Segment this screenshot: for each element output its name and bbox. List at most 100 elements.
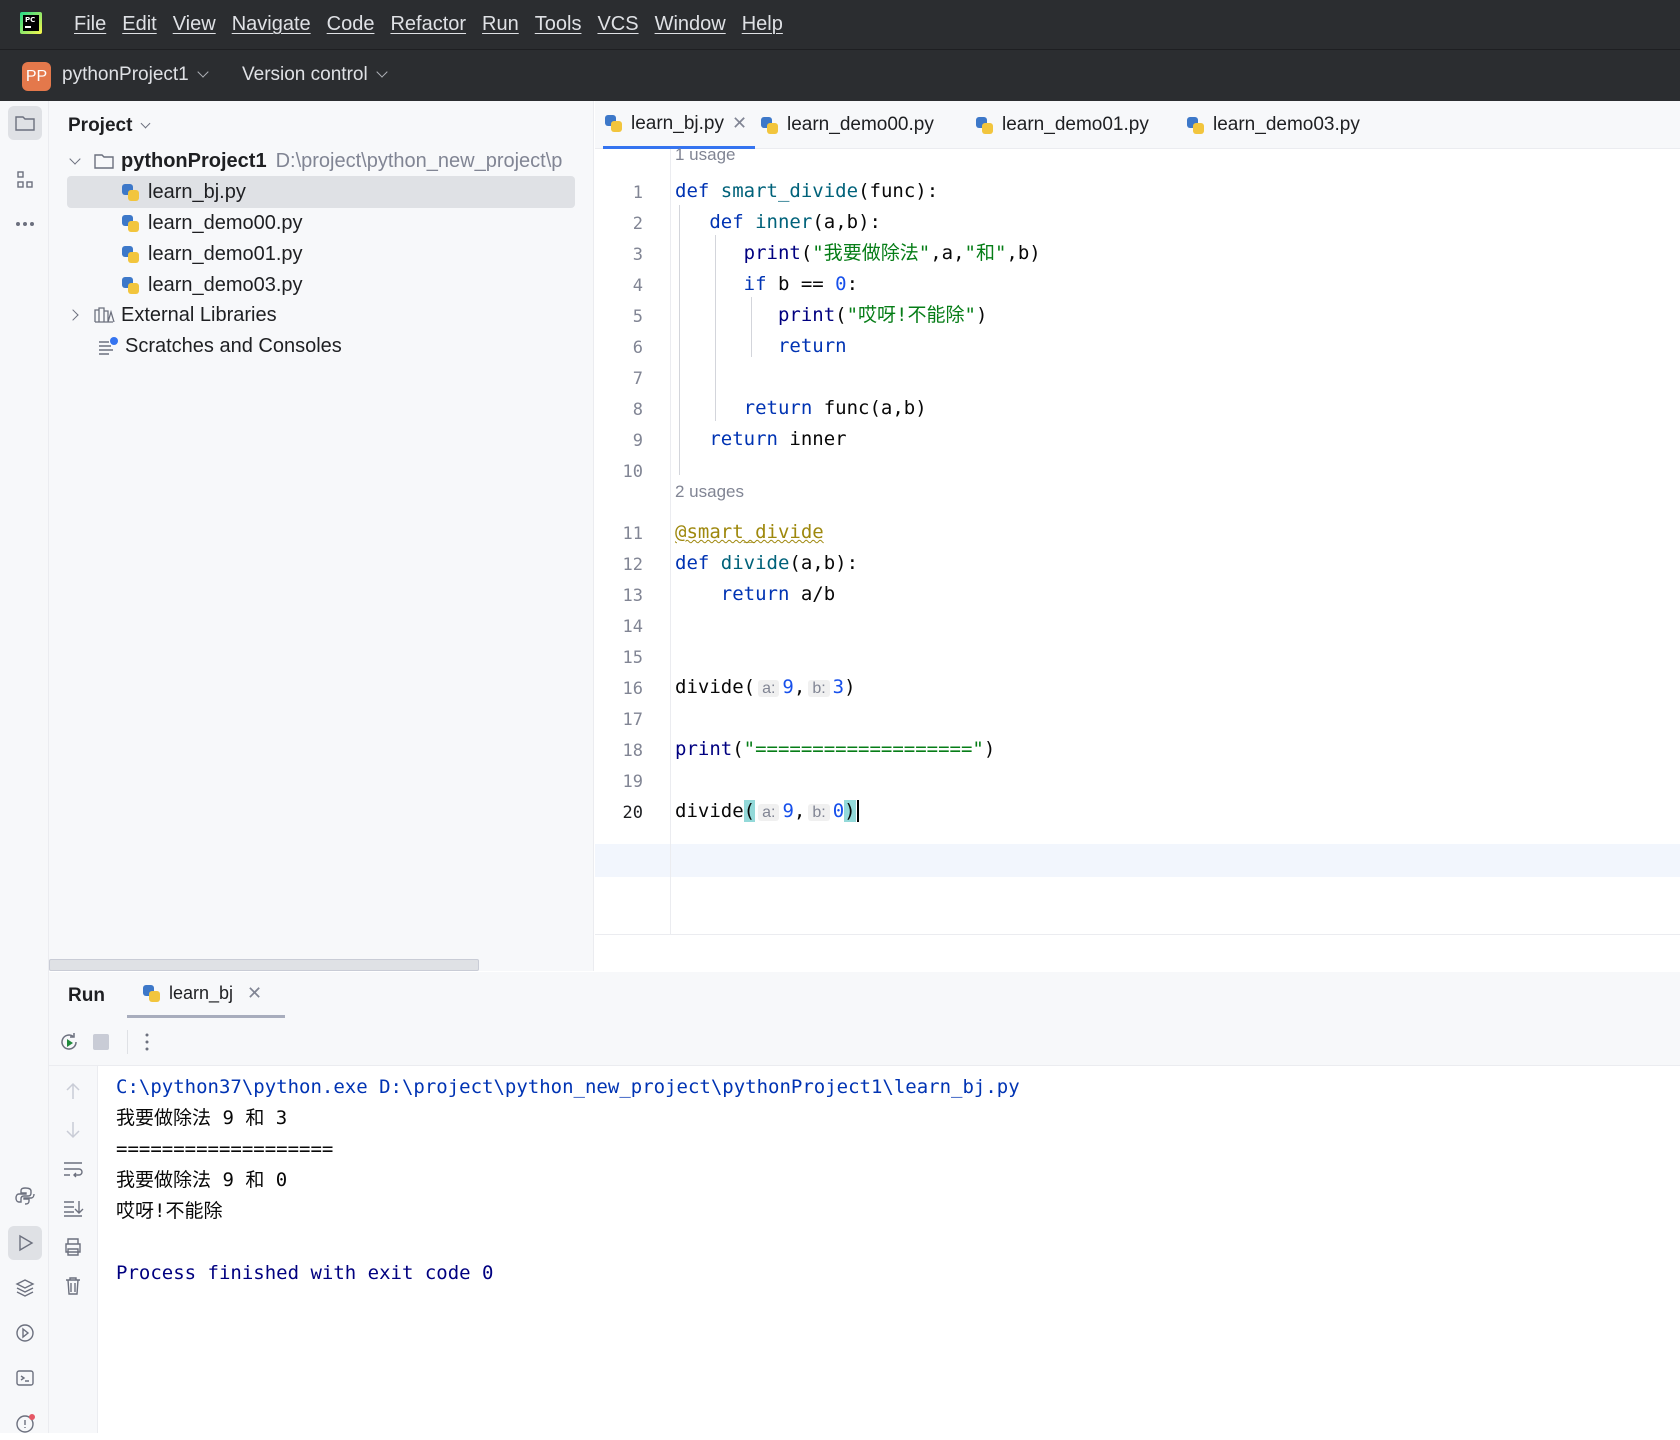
menu-bar: PC File Edit View Navigate Code Refactor… <box>0 0 1680 49</box>
code-line-2: def inner(a,b): <box>709 211 881 233</box>
console-exit-message: Process finished with exit code 0 <box>116 1262 494 1284</box>
code-line-9: return inner <box>709 428 847 450</box>
scroll-to-end-icon[interactable] <box>62 1197 84 1219</box>
console-output-line: 我要做除法 9 和 3 <box>116 1107 288 1129</box>
tree-file-learn-demo03[interactable]: learn_demo03.py <box>67 269 303 301</box>
menu-run[interactable]: Run <box>482 13 519 36</box>
console-command: C:\python37\python.exe D:\project\python… <box>116 1076 1020 1098</box>
menu-edit[interactable]: Edit <box>122 13 156 36</box>
arrow-up-icon[interactable] <box>62 1080 84 1102</box>
python-file-icon <box>605 115 622 132</box>
expand-arrow-icon[interactable] <box>67 309 79 321</box>
code-line-8: return func(a,b) <box>743 397 927 419</box>
python-packages-icon[interactable] <box>8 1179 42 1213</box>
horizontal-scrollbar[interactable] <box>49 959 479 971</box>
current-line-highlight <box>595 844 1680 877</box>
console-output-line: 我要做除法 9 和 0 <box>116 1169 288 1191</box>
stop-icon[interactable] <box>91 1032 111 1052</box>
python-file-icon <box>122 183 139 201</box>
chevron-down-icon <box>197 66 209 78</box>
python-file-icon <box>122 245 139 263</box>
tree-external-libraries[interactable]: External Libraries <box>67 299 277 331</box>
scratches-icon <box>99 337 118 355</box>
external-libraries-label: External Libraries <box>121 303 277 326</box>
line-number: 4 <box>632 276 643 296</box>
tab-label: learn_demo03.py <box>1213 114 1360 135</box>
param-hint-a: a: <box>758 804 780 821</box>
line-number: 9 <box>632 431 643 451</box>
run-tab-learn-bj[interactable]: learn_bj ✕ <box>127 972 285 1018</box>
terminal-icon[interactable] <box>8 1361 42 1395</box>
line-number: 16 <box>622 679 643 699</box>
project-selector[interactable]: pythonProject1 <box>62 64 209 86</box>
project-folder-icon[interactable] <box>8 106 42 140</box>
arrow-down-icon[interactable] <box>62 1119 84 1141</box>
menu-refactor[interactable]: Refactor <box>390 13 466 36</box>
tab-learn-bj[interactable]: learn_bj.py ✕ <box>603 101 756 149</box>
tree-root[interactable]: pythonProject1 D:\project\python_new_pro… <box>67 145 562 177</box>
code-line-6: return <box>777 335 847 357</box>
code-line-12: def divide(a,b): <box>675 552 859 574</box>
usage-hint[interactable]: 2 usages <box>675 482 744 502</box>
code-line-3: print("我要做除法",a,"和",b) <box>743 242 1041 264</box>
menu-code[interactable]: Code <box>327 13 375 36</box>
tree-file-learn-demo00[interactable]: learn_demo00.py <box>67 207 303 239</box>
project-panel: Project pythonProject1 D:\project\python… <box>49 101 594 971</box>
run-toolbar <box>49 1018 1680 1066</box>
close-icon[interactable]: ✕ <box>247 983 262 1004</box>
main-menu: File Edit View Navigate Code Refactor Ru… <box>66 0 791 49</box>
code-line-20: divide(a: 9, b: 0) <box>675 796 859 826</box>
code-line-13: return a/b <box>720 583 836 605</box>
layers-icon[interactable] <box>8 1271 42 1305</box>
menu-navigate[interactable]: Navigate <box>232 13 311 36</box>
project-bar: PP pythonProject1 Version control <box>0 49 1680 101</box>
soft-wrap-icon[interactable] <box>62 1158 84 1180</box>
run-tab-label: learn_bj <box>169 983 234 1003</box>
expand-arrow-icon[interactable] <box>69 153 81 165</box>
menu-help[interactable]: Help <box>742 13 783 36</box>
menu-tools[interactable]: Tools <box>535 13 582 36</box>
folder-icon <box>94 154 114 169</box>
toolbar-divider <box>127 1030 128 1054</box>
line-number: 12 <box>622 555 643 575</box>
line-number: 8 <box>632 400 643 420</box>
rerun-icon[interactable] <box>57 1030 81 1054</box>
services-icon[interactable] <box>8 1316 42 1350</box>
run-tool-icon[interactable] <box>8 1226 42 1260</box>
line-gutter: 1 2 3 4 5 6 7 8 9 10 11 12 13 14 15 16 1… <box>595 149 671 935</box>
file-name: learn_bj.py <box>148 180 246 203</box>
problems-icon[interactable] <box>8 1406 42 1440</box>
pycharm-logo-icon[interactable]: PC <box>20 12 42 34</box>
file-name: learn_demo01.py <box>148 242 303 265</box>
code-line-5: print("哎呀!不能除") <box>777 304 988 326</box>
version-control-selector[interactable]: Version control <box>242 64 388 86</box>
more-options-icon[interactable] <box>141 1032 153 1052</box>
code-line-16: divide(a: 9, b: 3) <box>675 676 856 698</box>
tree-file-learn-bj[interactable]: learn_bj.py <box>67 176 575 208</box>
structure-icon[interactable] <box>8 163 42 197</box>
left-tool-strip <box>0 101 49 1433</box>
tree-file-learn-demo01[interactable]: learn_demo01.py <box>67 238 303 270</box>
menu-view[interactable]: View <box>173 13 216 36</box>
tree-scratches[interactable]: Scratches and Consoles <box>67 330 342 362</box>
more-icon[interactable] <box>8 207 42 241</box>
close-icon[interactable]: ✕ <box>732 113 747 134</box>
trash-icon[interactable] <box>62 1275 84 1297</box>
menu-file[interactable]: File <box>74 13 106 36</box>
usage-hint[interactable]: 1 usage <box>675 145 736 165</box>
print-icon[interactable] <box>62 1236 84 1258</box>
menu-window[interactable]: Window <box>655 13 726 36</box>
line-number: 3 <box>632 245 643 265</box>
python-file-icon <box>122 276 139 294</box>
console-output-line: 哎呀!不能除 <box>116 1200 223 1222</box>
tab-learn-demo00[interactable]: learn_demo00.py <box>761 101 934 149</box>
project-name: pythonProject1 <box>62 64 189 85</box>
project-badge: PP <box>22 62 51 91</box>
text-cursor <box>856 800 859 822</box>
tab-learn-demo01[interactable]: learn_demo01.py <box>976 101 1149 149</box>
code-editor[interactable]: 1 2 3 4 5 6 7 8 9 10 11 12 13 14 15 16 1… <box>595 145 1680 935</box>
tab-learn-demo03[interactable]: learn_demo03.py <box>1187 101 1360 149</box>
python-file-icon <box>143 985 160 1002</box>
project-panel-title[interactable]: Project <box>68 115 151 137</box>
menu-vcs[interactable]: VCS <box>597 13 638 36</box>
